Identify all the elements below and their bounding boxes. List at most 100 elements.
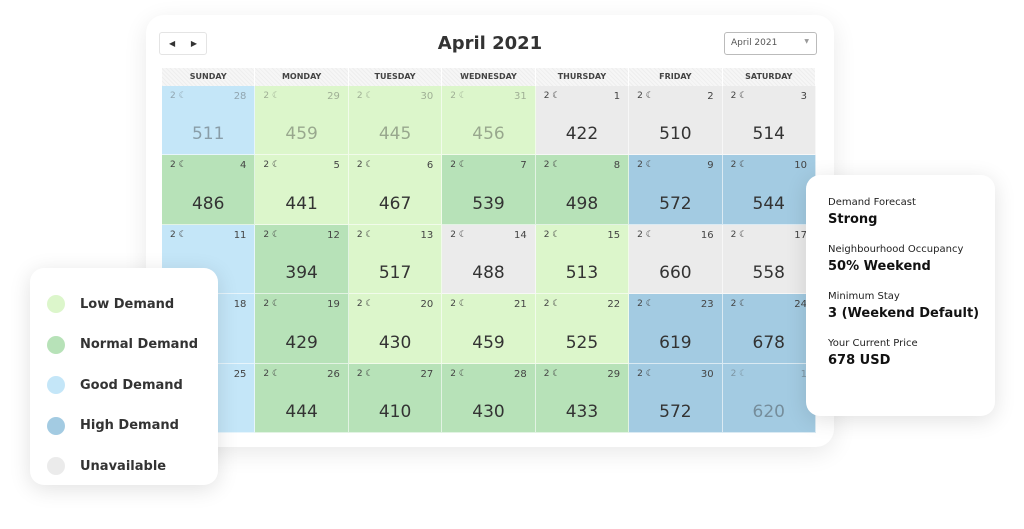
calendar-day-cell[interactable]: 2 ☾ 6 467 [348, 155, 443, 225]
info-label: Neighbourhood Occupancy [828, 244, 964, 255]
calendar-day-cell[interactable]: 2 ☾ 2 510 [629, 86, 723, 156]
min-nights-label: 2 ☾ [263, 299, 281, 310]
calendar-day-cell[interactable]: 2 ☾ 20 430 [348, 294, 443, 364]
calendar-day-cell[interactable]: 2 ☾ 3 514 [722, 86, 816, 156]
calendar-day-cell[interactable]: 2 ☾ 15 513 [535, 224, 630, 295]
day-number: 28 [513, 368, 527, 380]
day-price: 459 [472, 332, 505, 353]
calendar-day-cell[interactable]: 2 ☾ 31 456 [442, 86, 536, 156]
min-nights-label: 2 ☾ [263, 160, 281, 171]
day-price: 429 [285, 332, 318, 353]
calendar-day-cell[interactable]: 2 ☾ 14 488 [442, 224, 536, 295]
day-price: 525 [565, 332, 599, 353]
min-nights-label: 2 ☾ [450, 160, 467, 171]
day-price: 660 [659, 263, 692, 284]
day-number: 5 [333, 160, 340, 172]
day-price: 510 [659, 124, 692, 145]
legend-item: Normal Demand [47, 325, 218, 366]
day-price: 456 [472, 124, 505, 145]
calendar-day-cell[interactable]: 2 ☾ 9 572 [629, 155, 723, 225]
price-details-panel: Demand Forecast Strong Neighbourhood Occup… [806, 175, 995, 416]
info-label: Minimum Stay [828, 291, 900, 302]
day-number: 25 [233, 368, 247, 380]
day-number: 19 [327, 299, 340, 311]
day-number: 16 [700, 229, 714, 241]
day-number: 29 [607, 368, 621, 380]
calendar-day-cell[interactable]: 2 ☾ 16 660 [629, 224, 723, 295]
legend-color-dot [47, 416, 65, 435]
day-price: 430 [472, 401, 505, 422]
month-select[interactable]: April 2021 ▼ [724, 32, 817, 55]
day-number: 6 [426, 160, 434, 172]
calendar-day-cell[interactable]: 2 ☾ 24 678 [722, 294, 816, 364]
calendar-day-cell[interactable]: 2 ☾ 22 525 [535, 294, 630, 364]
calendar-day-cell[interactable]: 2 ☾ 28 430 [442, 363, 536, 433]
calendar-day-cell[interactable]: 2 ☾ 1 620 [722, 363, 816, 433]
day-number: 23 [700, 299, 714, 311]
calendar-day-cell[interactable]: 2 ☾ 13 517 [348, 224, 443, 295]
info-value: 3 (Weekend Default) [828, 306, 980, 321]
min-nights-label: 2 ☾ [170, 160, 187, 171]
calendar-day-cell[interactable]: 2 ☾ 21 459 [442, 294, 536, 364]
day-number: 9 [707, 160, 714, 172]
next-month-icon[interactable]: ▶ [191, 39, 197, 48]
min-nights-label: 2 ☾ [543, 229, 561, 240]
min-nights-label: 2 ☾ [637, 160, 654, 171]
min-nights-label: 2 ☾ [543, 91, 561, 101]
day-number: 27 [420, 368, 434, 380]
min-nights-label: 2 ☾ [730, 160, 748, 171]
calendar-day-cell[interactable]: 2 ☾ 5 441 [255, 155, 349, 225]
day-price: 445 [378, 124, 412, 145]
day-price: 513 [565, 263, 599, 284]
calendar-day-cell[interactable]: 2 ☾ 1 422 [535, 86, 630, 156]
calendar-day-cell[interactable]: 2 ☾ 10 544 [722, 155, 816, 225]
legend-label: High Demand [80, 418, 179, 434]
calendar-day-cell[interactable]: 2 ☾ 30 445 [348, 86, 443, 156]
weekday-label: WEDNESDAY [442, 68, 536, 86]
day-price: 488 [472, 263, 505, 284]
day-number: 22 [607, 299, 621, 311]
calendar-day-cell[interactable]: 2 ☾ 12 394 [255, 224, 349, 295]
calendar-day-cell[interactable]: 2 ☾ 27 410 [348, 363, 443, 433]
calendar-day-cell[interactable]: 2 ☾ 26 444 [255, 363, 349, 433]
weekday-label: FRIDAY [629, 68, 723, 86]
calendar-day-cell[interactable]: 2 ☾ 4 486 [162, 155, 256, 225]
calendar-day-cell[interactable]: 2 ☾ 17 558 [722, 224, 816, 295]
day-number: 12 [327, 229, 340, 241]
day-price: 422 [565, 124, 599, 145]
weekday-label: TUESDAY [349, 68, 443, 86]
calendar-day-cell[interactable]: 2 ☾ 8 498 [535, 155, 630, 225]
legend-item: High Demand [47, 406, 218, 447]
calendar-day-cell[interactable]: 2 ☾ 30 572 [629, 363, 723, 433]
day-price: 572 [659, 193, 692, 214]
day-price: 433 [565, 401, 599, 422]
day-number: 2 [707, 91, 714, 102]
weekday-header: SUNDAY MONDAY TUESDAY WEDNESDAY THURSDAY FRID… [162, 68, 816, 86]
min-nights-label: 2 ☾ [356, 299, 374, 310]
day-number: 29 [327, 91, 340, 102]
calendar-day-cell[interactable]: 2 ☾ 28 511 [162, 86, 256, 156]
calendar-day-cell[interactable]: 2 ☾ 29 459 [255, 86, 349, 156]
calendar-day-cell[interactable]: 2 ☾ 7 539 [442, 155, 536, 225]
min-nights-label: 2 ☾ [637, 299, 654, 310]
day-price: 514 [752, 124, 785, 145]
day-price: 558 [752, 263, 785, 284]
legend-color-dot [47, 376, 65, 395]
day-price: 619 [659, 332, 692, 353]
prev-month-icon[interactable]: ◀ [169, 39, 175, 48]
day-number: 7 [520, 160, 527, 172]
min-nights-label: 2 ☾ [263, 368, 281, 379]
calendar-day-cell[interactable]: 2 ☾ 19 429 [255, 294, 349, 364]
min-nights-label: 2 ☾ [450, 229, 467, 240]
calendar-day-cell[interactable]: 2 ☾ 29 433 [535, 363, 630, 433]
day-number: 28 [233, 91, 247, 102]
day-price: 394 [285, 263, 318, 284]
legend-color-dot [47, 295, 65, 314]
weekday-label: SUNDAY [162, 68, 256, 86]
legend-color-dot [47, 457, 65, 476]
day-price: 498 [565, 193, 599, 214]
day-number: 11 [233, 229, 247, 241]
min-nights-label: 2 ☾ [356, 229, 374, 240]
min-nights-label: 2 ☾ [730, 91, 748, 101]
calendar-day-cell[interactable]: 2 ☾ 23 619 [629, 294, 723, 364]
